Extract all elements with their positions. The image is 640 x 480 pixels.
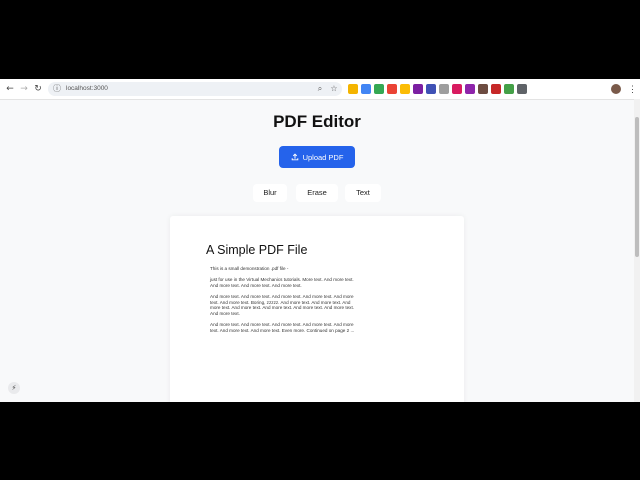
pdf-paragraph: And more text. And more text. And more t…	[210, 322, 355, 333]
url-text[interactable]: localhost:3000	[66, 84, 108, 94]
extension-icon[interactable]	[413, 84, 423, 94]
zoom-icon[interactable]: ⌕	[314, 83, 326, 95]
extension-icon[interactable]	[374, 84, 384, 94]
site-info-icon[interactable]: ⓘ	[51, 83, 63, 95]
upload-icon	[291, 153, 298, 161]
upload-pdf-button[interactable]: Upload PDF	[279, 146, 355, 168]
back-icon[interactable]: ←	[4, 83, 16, 95]
extension-icon[interactable]	[439, 84, 449, 94]
erase-tool-button[interactable]: Erase	[296, 184, 338, 202]
scrollbar-thumb[interactable]	[635, 117, 639, 257]
extension-icon[interactable]	[478, 84, 488, 94]
profile-avatar[interactable]	[611, 84, 621, 94]
bookmark-star-icon[interactable]: ☆	[328, 83, 340, 95]
browser-window: ← → ↻ ⓘ localhost:3000 ⌕ ☆ ⋮ PDF Editor …	[0, 79, 640, 402]
extension-icon[interactable]	[504, 84, 514, 94]
extension-icon[interactable]	[465, 84, 475, 94]
pdf-paragraph: And more text. And more text. And more t…	[210, 294, 355, 316]
extension-icon[interactable]	[452, 84, 462, 94]
page-title: PDF Editor	[273, 112, 361, 131]
extension-icon[interactable]	[400, 84, 410, 94]
upload-pdf-label: Upload PDF	[302, 152, 344, 162]
extension-icon[interactable]	[387, 84, 397, 94]
text-tool-button[interactable]: Text	[345, 184, 381, 202]
extension-icon[interactable]	[491, 84, 501, 94]
blur-tool-button[interactable]: Blur	[253, 184, 287, 202]
extension-icon[interactable]	[348, 84, 358, 94]
extension-icon[interactable]	[361, 84, 371, 94]
forward-icon[interactable]: →	[18, 83, 30, 95]
menu-dots-icon[interactable]: ⋮	[628, 83, 637, 95]
address-bar[interactable]: ⓘ localhost:3000 ⌕ ☆	[48, 82, 342, 96]
browser-toolbar: ← → ↻ ⓘ localhost:3000 ⌕ ☆ ⋮	[0, 79, 640, 100]
pdf-paragraph: This is a small demonstration .pdf file …	[210, 266, 289, 271]
pdf-title: A Simple PDF File	[206, 243, 308, 257]
extensions-bar	[348, 84, 527, 94]
pdf-paragraph: just for use in the Virtual Mechanics tu…	[210, 277, 354, 288]
dev-tools-icon[interactable]: ⚡	[8, 382, 20, 394]
extension-icon[interactable]	[426, 84, 436, 94]
reload-icon[interactable]: ↻	[32, 83, 44, 95]
page-scrollbar[interactable]	[634, 99, 640, 402]
extension-icon[interactable]	[517, 84, 527, 94]
